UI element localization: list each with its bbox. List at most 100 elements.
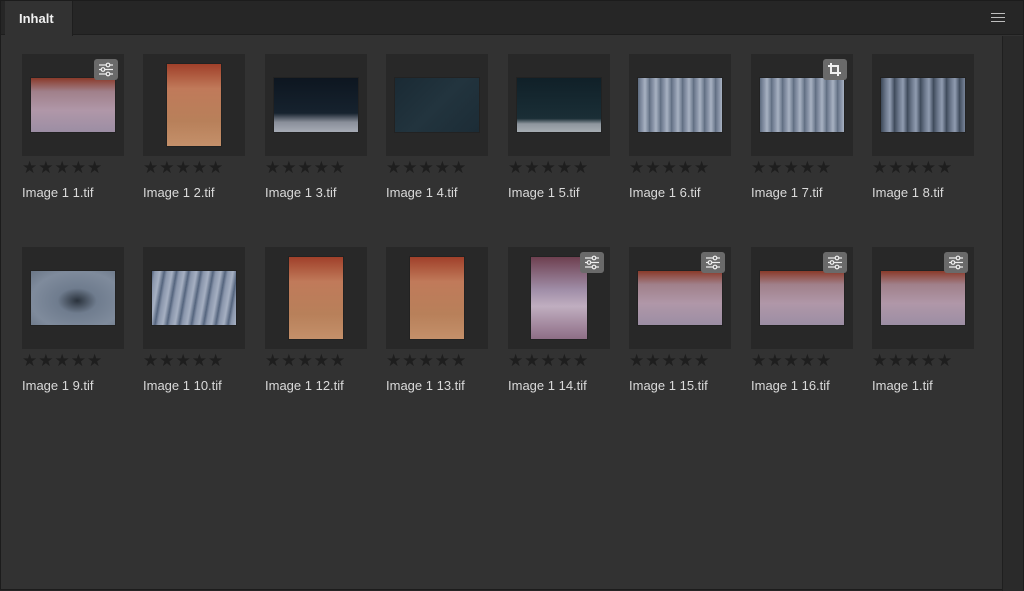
thumbnail-item[interactable]: ★★★★★ Image 1 12.tif <box>265 247 369 397</box>
star-icon[interactable]: ★ <box>784 352 799 369</box>
star-icon[interactable]: ★ <box>55 352 70 369</box>
adjustments-badge[interactable] <box>823 252 847 273</box>
star-rating[interactable]: ★★★★★ <box>872 352 953 369</box>
star-icon[interactable]: ★ <box>386 352 401 369</box>
thumbnail-frame[interactable] <box>508 247 610 349</box>
star-icon[interactable]: ★ <box>694 352 709 369</box>
vertical-scrollbar[interactable] <box>1002 36 1023 591</box>
thumbnail-frame[interactable] <box>386 247 488 349</box>
star-icon[interactable]: ★ <box>208 159 223 176</box>
star-icon[interactable]: ★ <box>541 159 556 176</box>
star-icon[interactable]: ★ <box>800 352 815 369</box>
star-icon[interactable]: ★ <box>192 159 207 176</box>
thumbnail-item[interactable]: ★★★★★ Image 1 14.tif <box>508 247 612 397</box>
star-icon[interactable]: ★ <box>281 159 296 176</box>
star-icon[interactable]: ★ <box>451 352 466 369</box>
star-rating[interactable]: ★★★★★ <box>265 352 346 369</box>
star-icon[interactable]: ★ <box>645 352 660 369</box>
star-icon[interactable]: ★ <box>159 159 174 176</box>
thumbnail-frame[interactable] <box>22 54 124 156</box>
star-icon[interactable]: ★ <box>678 159 693 176</box>
star-icon[interactable]: ★ <box>143 352 158 369</box>
thumbnail-item[interactable]: ★★★★★ Image 1 2.tif <box>143 54 247 204</box>
star-rating[interactable]: ★★★★★ <box>143 352 224 369</box>
star-icon[interactable]: ★ <box>55 159 70 176</box>
star-icon[interactable]: ★ <box>694 159 709 176</box>
thumbnail-frame[interactable] <box>872 54 974 156</box>
star-rating[interactable]: ★★★★★ <box>265 159 346 176</box>
star-rating[interactable]: ★★★★★ <box>629 159 710 176</box>
star-icon[interactable]: ★ <box>71 159 86 176</box>
star-icon[interactable]: ★ <box>143 159 158 176</box>
star-icon[interactable]: ★ <box>872 159 887 176</box>
star-icon[interactable]: ★ <box>508 159 523 176</box>
star-icon[interactable]: ★ <box>22 159 37 176</box>
star-icon[interactable]: ★ <box>662 159 677 176</box>
thumbnail-frame[interactable] <box>751 54 853 156</box>
star-icon[interactable]: ★ <box>435 352 450 369</box>
thumbnail-frame[interactable] <box>143 247 245 349</box>
star-icon[interactable]: ★ <box>419 352 434 369</box>
star-icon[interactable]: ★ <box>921 352 936 369</box>
crop-badge[interactable] <box>823 59 847 80</box>
adjustments-badge[interactable] <box>944 252 968 273</box>
thumbnail-frame[interactable] <box>265 247 367 349</box>
star-icon[interactable]: ★ <box>557 159 572 176</box>
star-icon[interactable]: ★ <box>159 352 174 369</box>
star-icon[interactable]: ★ <box>751 352 766 369</box>
star-icon[interactable]: ★ <box>937 352 952 369</box>
star-icon[interactable]: ★ <box>557 352 572 369</box>
star-rating[interactable]: ★★★★★ <box>751 159 832 176</box>
star-icon[interactable]: ★ <box>629 352 644 369</box>
star-icon[interactable]: ★ <box>888 352 903 369</box>
thumbnail-item[interactable]: ★★★★★ Image 1 1.tif <box>22 54 126 204</box>
star-icon[interactable]: ★ <box>176 352 191 369</box>
star-icon[interactable]: ★ <box>451 159 466 176</box>
star-icon[interactable]: ★ <box>508 352 523 369</box>
star-icon[interactable]: ★ <box>402 352 417 369</box>
star-icon[interactable]: ★ <box>22 352 37 369</box>
star-rating[interactable]: ★★★★★ <box>508 159 589 176</box>
star-icon[interactable]: ★ <box>905 159 920 176</box>
star-icon[interactable]: ★ <box>816 159 831 176</box>
star-icon[interactable]: ★ <box>541 352 556 369</box>
star-rating[interactable]: ★★★★★ <box>751 352 832 369</box>
star-icon[interactable]: ★ <box>937 159 952 176</box>
thumbnail-item[interactable]: ★★★★★ Image 1 8.tif <box>872 54 976 204</box>
star-icon[interactable]: ★ <box>38 352 53 369</box>
star-icon[interactable]: ★ <box>784 159 799 176</box>
star-icon[interactable]: ★ <box>629 159 644 176</box>
star-icon[interactable]: ★ <box>888 159 903 176</box>
star-icon[interactable]: ★ <box>573 352 588 369</box>
star-icon[interactable]: ★ <box>402 159 417 176</box>
adjustments-badge[interactable] <box>580 252 604 273</box>
adjustments-badge[interactable] <box>701 252 725 273</box>
star-icon[interactable]: ★ <box>208 352 223 369</box>
tab-inhalt[interactable]: Inhalt <box>5 1 73 36</box>
star-icon[interactable]: ★ <box>662 352 677 369</box>
thumbnail-item[interactable]: ★★★★★ Image 1 6.tif <box>629 54 733 204</box>
thumbnail-frame[interactable] <box>265 54 367 156</box>
star-icon[interactable]: ★ <box>800 159 815 176</box>
star-icon[interactable]: ★ <box>176 159 191 176</box>
star-rating[interactable]: ★★★★★ <box>386 159 467 176</box>
star-icon[interactable]: ★ <box>330 352 345 369</box>
star-icon[interactable]: ★ <box>265 159 280 176</box>
star-icon[interactable]: ★ <box>816 352 831 369</box>
star-icon[interactable]: ★ <box>419 159 434 176</box>
star-icon[interactable]: ★ <box>921 159 936 176</box>
thumbnail-frame[interactable] <box>751 247 853 349</box>
star-icon[interactable]: ★ <box>573 159 588 176</box>
star-icon[interactable]: ★ <box>281 352 296 369</box>
hamburger-menu-icon[interactable] <box>991 13 1005 23</box>
star-icon[interactable]: ★ <box>435 159 450 176</box>
star-icon[interactable]: ★ <box>524 352 539 369</box>
star-rating[interactable]: ★★★★★ <box>508 352 589 369</box>
star-icon[interactable]: ★ <box>87 352 102 369</box>
star-rating[interactable]: ★★★★★ <box>143 159 224 176</box>
star-icon[interactable]: ★ <box>38 159 53 176</box>
thumbnail-item[interactable]: ★★★★★ Image 1 15.tif <box>629 247 733 397</box>
thumbnail-item[interactable]: ★★★★★ Image 1 10.tif <box>143 247 247 397</box>
thumbnail-item[interactable]: ★★★★★ Image 1 16.tif <box>751 247 855 397</box>
star-icon[interactable]: ★ <box>645 159 660 176</box>
